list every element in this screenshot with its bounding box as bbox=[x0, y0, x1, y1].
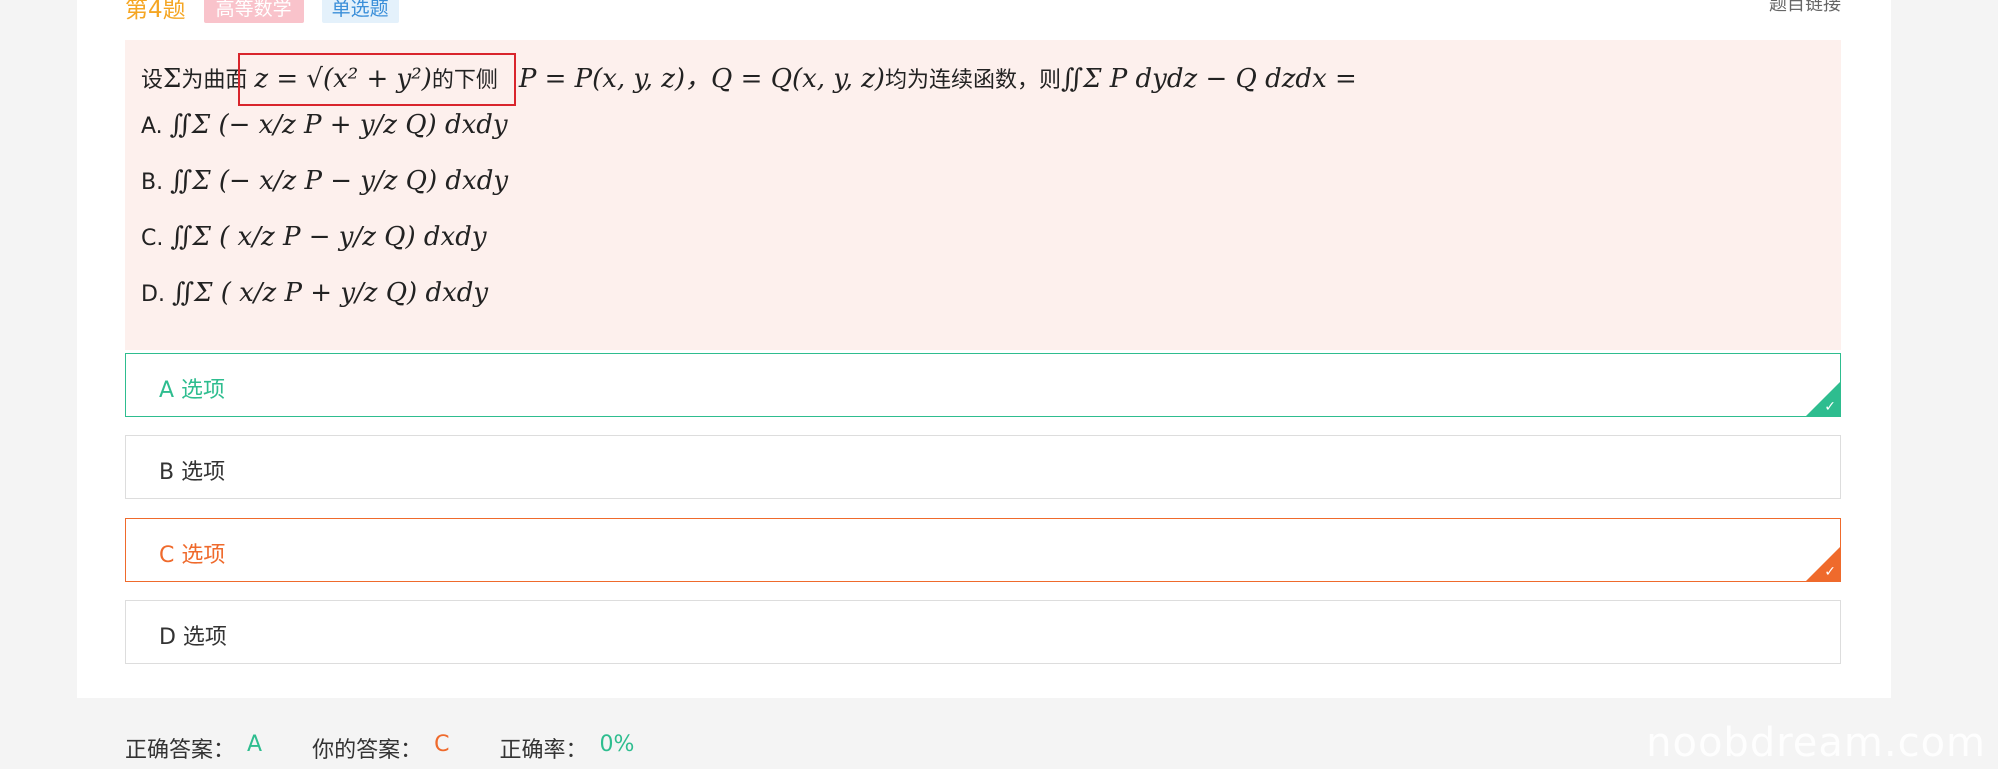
your-answer-value: C bbox=[434, 732, 450, 757]
stem-pq: P = P(x, y, z)，Q = Q(x, y, z) bbox=[518, 64, 885, 94]
correct-answer-label: 正确答案： bbox=[125, 738, 236, 763]
choice-c[interactable]: C 选项 ✓ bbox=[125, 518, 1841, 582]
choice-d[interactable]: D 选项 bbox=[125, 600, 1841, 664]
question-link[interactable]: 题目链接 bbox=[1769, 0, 1841, 16]
answer-summary: 正确答案： A 你的答案： C 正确率： 0% bbox=[125, 732, 634, 764]
option-letter: C. bbox=[141, 226, 164, 251]
accuracy-label: 正确率： bbox=[499, 738, 588, 763]
check-icon: ✓ bbox=[1824, 564, 1836, 580]
stem-continuous: 均为连续函数，则 bbox=[884, 68, 1061, 93]
page: 第4题 高等数学 单选题 题目链接 设Σ为曲面 z = √(x² + y²)的下… bbox=[0, 0, 1998, 769]
correct-answer-value: A bbox=[247, 732, 263, 757]
choice-label: D 选项 bbox=[159, 625, 227, 650]
stem-integral: ∬Σ P dydz − Q dzdx = bbox=[1060, 64, 1357, 94]
option-b-text: B. ∬Σ (− x/z P − y/z Q) dxdy bbox=[141, 166, 508, 196]
option-d-text: D. ∬Σ ( x/z P + y/z Q) dxdy bbox=[141, 278, 488, 308]
option-c-text: C. ∬Σ ( x/z P − y/z Q) dxdy bbox=[141, 222, 487, 252]
option-a-text: A. ∬Σ (− x/z P + y/z Q) dxdy bbox=[141, 110, 508, 140]
choice-label: A 选项 bbox=[159, 378, 226, 403]
question-type-tag: 单选题 bbox=[321, 0, 399, 23]
option-letter: D. bbox=[141, 282, 165, 307]
option-expression: ∬Σ (− x/z P + y/z Q) dxdy bbox=[169, 110, 508, 140]
option-expression: ∬Σ (− x/z P − y/z Q) dxdy bbox=[170, 166, 509, 196]
question-stem-box: 设Σ为曲面 z = √(x² + y²)的下侧 P = P(x, y, z)，Q… bbox=[125, 40, 1841, 350]
choice-b[interactable]: B 选项 bbox=[125, 435, 1841, 499]
subject-tag: 高等数学 bbox=[203, 0, 304, 23]
option-letter: B. bbox=[141, 170, 164, 195]
option-expression: ∬Σ ( x/z P − y/z Q) dxdy bbox=[170, 222, 487, 252]
check-icon: ✓ bbox=[1824, 399, 1836, 415]
your-answer-label: 你的答案： bbox=[312, 738, 423, 763]
option-expression: ∬Σ ( x/z P + y/z Q) dxdy bbox=[171, 278, 489, 308]
stem-prefix: 设 bbox=[141, 68, 164, 93]
option-letter: A. bbox=[141, 114, 163, 139]
choice-label: C 选项 bbox=[159, 543, 226, 568]
choice-a[interactable]: A 选项 ✓ bbox=[125, 353, 1841, 417]
question-header: 第4题 高等数学 单选题 bbox=[125, 0, 399, 24]
choice-label: B 选项 bbox=[159, 460, 226, 485]
stem-sigma: Σ bbox=[163, 64, 182, 94]
question-number: 第4题 bbox=[125, 0, 186, 23]
accuracy-value: 0% bbox=[599, 732, 635, 757]
watermark: noobdream.com bbox=[1646, 720, 1986, 766]
highlight-box bbox=[238, 53, 516, 106]
